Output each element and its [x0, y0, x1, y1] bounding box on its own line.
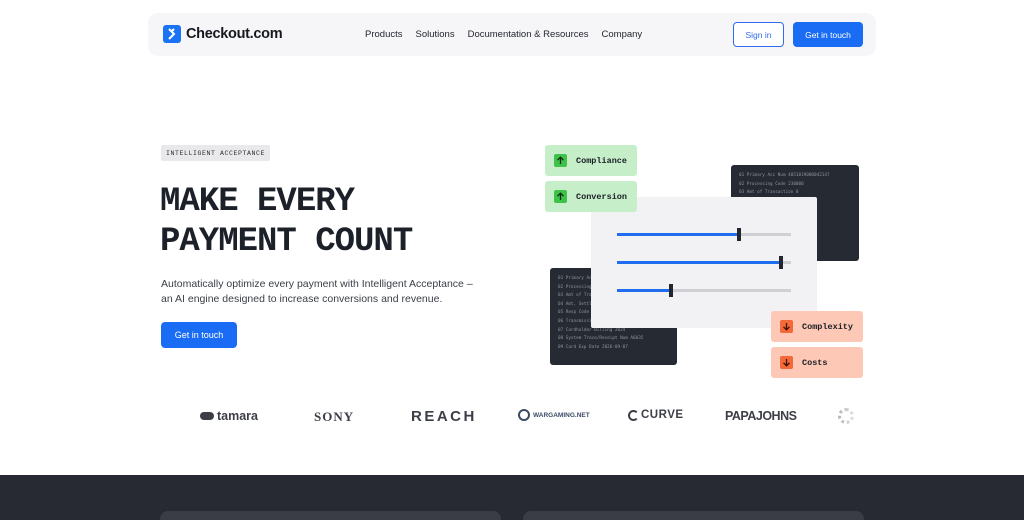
logo-papajohns: PAPAJOHNS — [725, 409, 797, 423]
customer-logo-strip: tamara SONY REACH WARGAMING.NET CURVE PA… — [160, 405, 864, 431]
curve-c-icon — [628, 409, 639, 421]
page: Checkout.com Products Solutions Document… — [0, 0, 1024, 520]
nav-solutions[interactable]: Solutions — [416, 29, 455, 40]
pill-conversion-label: Conversion — [576, 191, 628, 202]
slider-3-knob — [668, 284, 673, 297]
sign-in-button[interactable]: Sign in — [733, 22, 784, 47]
logo-reach: REACH — [411, 408, 477, 425]
wargaming-globe-icon — [518, 409, 530, 421]
brand-logo[interactable]: Checkout.com — [163, 25, 283, 43]
logo-curve: CURVE — [628, 409, 684, 421]
slider-2-fill — [617, 261, 781, 264]
nav-company[interactable]: Company — [602, 29, 643, 40]
checkout-logo-icon — [163, 25, 181, 43]
nav-documentation-resources[interactable]: Documentation & Resources — [468, 29, 589, 40]
optimization-panel — [591, 197, 817, 328]
slider-1-fill — [617, 233, 739, 236]
pill-costs: Costs — [771, 347, 863, 378]
hero-subtext: Automatically optimize every payment wit… — [161, 278, 473, 305]
arrow-up-icon — [554, 190, 567, 203]
logo-tamara: tamara — [200, 409, 258, 423]
logo-strip-fade-left — [160, 400, 200, 436]
nav-products[interactable]: Products — [365, 29, 403, 40]
hero-headline: MAKE EVERY PAYMENT COUNT — [160, 182, 413, 262]
dark-section — [0, 475, 1024, 520]
pill-complexity: Complexity — [771, 311, 863, 342]
main-nav: Products Solutions Documentation & Resou… — [365, 29, 642, 40]
slider-1-knob — [736, 228, 741, 241]
logo-strip-fade-right — [824, 400, 864, 436]
optimization-slider-1 — [617, 228, 791, 241]
pill-conversion: Conversion — [545, 181, 637, 212]
hero-headline-line-1: MAKE EVERY — [160, 183, 355, 221]
dark-section-card-left — [160, 511, 501, 520]
arrow-up-icon — [554, 154, 567, 167]
nav-get-in-touch-button[interactable]: Get in touch — [793, 22, 863, 47]
slider-2-knob — [778, 256, 783, 269]
logo-wargaming: WARGAMING.NET — [518, 409, 590, 421]
pill-costs-label: Costs — [802, 357, 828, 368]
brand-name: Checkout.com — [186, 26, 283, 42]
tamara-mark-icon — [200, 412, 214, 420]
hero-get-in-touch-button[interactable]: Get in touch — [161, 322, 237, 348]
optimization-slider-3 — [617, 284, 791, 297]
pill-complexity-label: Complexity — [802, 321, 854, 332]
slider-3-fill — [617, 289, 671, 292]
hero-illustration: 01 Primary Acc Num 4051019000042147 02 P… — [540, 140, 870, 385]
hero-eyebrow-tag: INTELLIGENT ACCEPTANCE — [161, 145, 271, 161]
top-navbar: Checkout.com Products Solutions Document… — [148, 13, 876, 56]
hero-headline-line-2: PAYMENT COUNT — [160, 223, 413, 261]
arrow-down-icon — [780, 356, 793, 369]
arrow-down-icon — [780, 320, 793, 333]
logo-sony: SONY — [314, 409, 355, 424]
pill-compliance-label: Compliance — [576, 155, 628, 166]
pill-compliance: Compliance — [545, 145, 637, 176]
optimization-slider-2 — [617, 256, 791, 269]
dark-section-card-right — [523, 511, 864, 520]
